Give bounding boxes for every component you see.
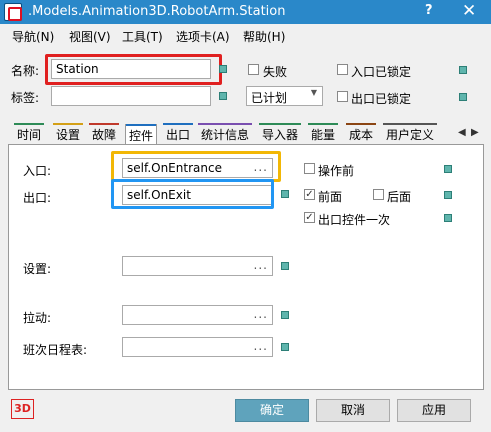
close-button[interactable]: ✕	[462, 1, 476, 21]
menu-tabs[interactable]: 选项卡(A)	[176, 28, 230, 45]
pull-inherit-button[interactable]	[281, 311, 289, 319]
exit-locked-label: 出口已锁定	[351, 92, 412, 106]
tab-color-bar	[14, 123, 45, 125]
menu-help[interactable]: 帮助(H)	[243, 28, 285, 45]
tab-color-bar	[198, 123, 253, 125]
tab-label: 统计信息	[201, 128, 250, 142]
tab-importer[interactable]: 导入器	[259, 123, 302, 143]
help-button[interactable]: ?	[425, 3, 433, 18]
setup-control-input[interactable]: ...	[122, 256, 273, 276]
rear-checkbox[interactable]	[373, 189, 384, 200]
tab-scroll-right-icon[interactable]: ▶	[471, 127, 479, 138]
title-bar[interactable]: .Models.Animation3D.RobotArm.Station ? ✕	[0, 0, 491, 24]
tab-failures[interactable]: 故障	[89, 123, 120, 143]
front-rear-inherit-button[interactable]	[444, 191, 452, 199]
exit-locked-inherit-button[interactable]	[459, 93, 467, 101]
tab-label: 时间	[17, 128, 42, 142]
setup-browse-button[interactable]: ...	[254, 258, 268, 272]
exit-inherit-button[interactable]	[281, 190, 289, 198]
tab-label: 能量	[311, 128, 336, 142]
before-action-checkbox[interactable]	[304, 163, 315, 174]
tab-color-bar	[383, 123, 438, 125]
tab-controls[interactable]: 控件	[125, 124, 158, 145]
pull-browse-button[interactable]: ...	[254, 307, 268, 321]
entrance-locked-label: 入口已锁定	[351, 65, 412, 79]
tab-label: 故障	[92, 128, 117, 142]
apply-button[interactable]: 应用	[397, 399, 471, 422]
shift-calendar-browse-button[interactable]: ...	[254, 339, 268, 353]
entrance-browse-button[interactable]: ...	[254, 160, 268, 174]
tab-exit[interactable]: 出口	[163, 123, 194, 143]
pull-label: 拉动:	[23, 311, 52, 325]
entrance-locked-inherit-button[interactable]	[459, 66, 467, 74]
exit-once-label: 出口控件一次	[318, 213, 391, 227]
shift-calendar-label: 班次日程表:	[23, 343, 88, 357]
failed-label: 失败	[263, 65, 288, 79]
tab-label: 设置	[56, 128, 81, 142]
exit-control-value: self.OnExit	[127, 188, 191, 202]
failed-checkbox[interactable]	[248, 64, 259, 75]
tag-inherit-button[interactable]	[219, 92, 227, 100]
exit-label: 出口:	[23, 191, 52, 205]
dialog-window: .Models.Animation3D.RobotArm.Station ? ✕…	[0, 0, 491, 432]
tab-label: 导入器	[262, 128, 299, 142]
menu-navigate[interactable]: 导航(N)	[12, 28, 54, 45]
name-label: 名称:	[11, 64, 40, 78]
entrance-control-input[interactable]: self.OnEntrance ...	[122, 158, 273, 178]
tab-color-bar	[163, 123, 194, 125]
tab-settings[interactable]: 设置	[53, 123, 84, 143]
app-icon	[4, 3, 22, 21]
tab-label: 用户定义	[386, 128, 435, 142]
3d-logo[interactable]: 3D	[11, 399, 34, 419]
rear-label: 后面	[387, 190, 412, 204]
shift-calendar-inherit-button[interactable]	[281, 343, 289, 351]
tab-cost[interactable]: 成本	[346, 123, 377, 143]
tab-energy[interactable]: 能量	[308, 123, 339, 143]
tab-time[interactable]: 时间	[14, 123, 45, 143]
tag-input[interactable]	[51, 86, 211, 106]
exit-once-inherit-button[interactable]	[444, 214, 452, 222]
tab-color-bar	[53, 123, 84, 125]
front-label: 前面	[318, 190, 343, 204]
tab-color-bar	[346, 123, 377, 125]
status-select[interactable]: 已计划 ▼	[246, 86, 323, 106]
setup-inherit-button[interactable]	[281, 262, 289, 270]
window-title: .Models.Animation3D.RobotArm.Station	[28, 4, 286, 19]
tag-label: 标签:	[11, 91, 40, 105]
exit-once-checkbox[interactable]: ✓	[304, 212, 315, 223]
tab-label: 控件	[129, 129, 154, 143]
setup-label: 设置:	[23, 262, 52, 276]
tab-color-bar	[259, 123, 302, 125]
tab-color-bar	[126, 124, 157, 126]
front-checkbox[interactable]: ✓	[304, 189, 315, 200]
tab-label: 出口	[166, 128, 191, 142]
ok-button[interactable]: 确定	[235, 399, 309, 422]
cancel-button[interactable]: 取消	[316, 399, 390, 422]
menu-bar: 导航(N) 视图(V) 工具(T) 选项卡(A) 帮助(H)	[0, 24, 491, 46]
before-action-label: 操作前	[318, 164, 355, 178]
tab-statistics[interactable]: 统计信息	[198, 123, 253, 143]
tab-user-defined[interactable]: 用户定义	[383, 123, 438, 143]
name-input[interactable]: Station	[51, 59, 211, 79]
tab-color-bar	[89, 123, 120, 125]
tab-color-bar	[308, 123, 339, 125]
chevron-down-icon: ▼	[310, 88, 317, 97]
tab-label: 成本	[349, 128, 374, 142]
before-action-inherit-button[interactable]	[444, 165, 452, 173]
exit-control-input[interactable]: self.OnExit	[122, 185, 273, 205]
status-value: 已计划	[251, 91, 288, 105]
name-inherit-button[interactable]	[219, 65, 227, 73]
tab-scroll-left-icon[interactable]: ◀	[458, 127, 466, 138]
entrance-control-value: self.OnEntrance	[127, 161, 222, 175]
shift-calendar-input[interactable]: ...	[122, 337, 273, 357]
entrance-locked-checkbox[interactable]	[337, 64, 348, 75]
pull-control-input[interactable]: ...	[122, 305, 273, 325]
menu-view[interactable]: 视图(V)	[69, 28, 111, 45]
entrance-label: 入口:	[23, 164, 52, 178]
menu-tools[interactable]: 工具(T)	[122, 28, 163, 45]
exit-locked-checkbox[interactable]	[337, 91, 348, 102]
